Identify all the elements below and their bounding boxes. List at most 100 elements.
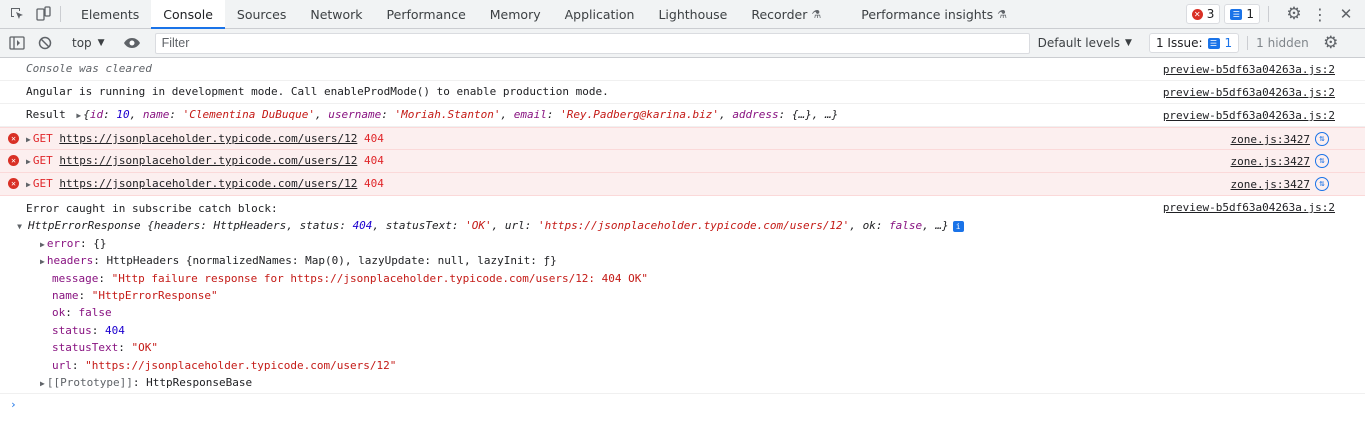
source-link[interactable]: preview-b5df63a04263a.js:2: [1163, 63, 1335, 76]
source-link[interactable]: preview-b5df63a04263a.js:2: [1163, 201, 1335, 214]
status-code: 404: [363, 177, 384, 190]
source-link[interactable]: preview-b5df63a04263a.js:2: [1163, 109, 1335, 122]
tab-performance-insights[interactable]: Performance insights ⚗: [849, 0, 1019, 28]
source-link[interactable]: preview-b5df63a04263a.js:2: [1163, 86, 1335, 99]
status-code: 404: [363, 154, 384, 167]
context-label: top: [72, 36, 92, 50]
property-row[interactable]: ▶ headers: HttpHeaders {normalizedNames: …: [26, 252, 1365, 269]
tab-memory[interactable]: Memory: [478, 0, 553, 28]
http-error-summary[interactable]: ▼ HttpErrorResponse {headers: HttpHeaders…: [0, 217, 1365, 234]
error-message: ✕ ▶ GET https://jsonplaceholder.typicode.…: [0, 150, 1365, 173]
console-message: Angular is running in development mode. …: [0, 81, 1365, 104]
expand-triangle-icon[interactable]: ▶: [26, 180, 31, 189]
source-link[interactable]: zone.js:3427: [1231, 155, 1310, 168]
console-message-result: Result ▶ {id: 10, name: 'Clementina DuBuq…: [0, 104, 1365, 127]
http-method: GET: [32, 177, 53, 190]
levels-label: Default levels: [1037, 36, 1121, 50]
device-toolbar-icon[interactable]: [30, 0, 56, 28]
expand-triangle-icon[interactable]: ▶: [26, 135, 31, 144]
expand-triangle-icon[interactable]: ▶: [26, 157, 31, 166]
tab-label: Sources: [236, 6, 287, 22]
property-row: ok: false: [52, 306, 112, 320]
filter-input[interactable]: [154, 32, 1030, 54]
message-text: Console was cleared: [26, 62, 152, 75]
console-message: Console was cleared preview-b5df63a04263…: [0, 58, 1365, 81]
devtools-tab-bar: Elements Console Sources Network Perform…: [0, 0, 1365, 29]
console-prompt[interactable]: ›: [0, 394, 1365, 420]
network-request-icon[interactable]: ⇅: [1315, 154, 1329, 168]
issues-button[interactable]: 1 Issue: ☰ 1: [1148, 33, 1240, 53]
tab-application[interactable]: Application: [553, 0, 647, 28]
tab-label: Console: [163, 6, 213, 22]
object-preview[interactable]: {id: 10, name: 'Clementina DuBuque', use…: [83, 108, 838, 121]
more-options-icon[interactable]: ⋮: [1307, 5, 1333, 24]
message-count-badge[interactable]: ☰ 1: [1224, 4, 1260, 24]
issue-icon: ☰: [1207, 37, 1220, 49]
tab-label: Elements: [81, 6, 140, 22]
message-text: Result: [26, 108, 66, 121]
tab-label: Network: [310, 6, 363, 22]
tab-label: Performance insights: [861, 6, 994, 22]
dropdown-arrow-icon: ▼: [1125, 38, 1132, 48]
http-method: GET: [32, 132, 53, 145]
tab-recorder[interactable]: Recorder ⚗: [739, 0, 833, 28]
property-row[interactable]: ▶ [[Prototype]]: HttpResponseBase: [26, 374, 1365, 391]
tab-sources[interactable]: Sources: [225, 0, 298, 28]
property-row: status: 404: [52, 323, 125, 337]
error-icon: ✕: [8, 178, 19, 189]
error-count: 3: [1206, 7, 1215, 21]
close-icon[interactable]: ✕: [1333, 5, 1359, 23]
tab-label: Performance: [386, 6, 466, 22]
context-selector[interactable]: top ▼: [64, 36, 113, 50]
network-request-icon[interactable]: ⇅: [1315, 177, 1329, 191]
separator: [60, 6, 61, 22]
expand-triangle-icon[interactable]: ▶: [40, 236, 45, 253]
property-row: statusText: "OK": [52, 341, 158, 355]
expand-triangle-icon[interactable]: ▶: [76, 111, 81, 120]
tab-console[interactable]: Console: [151, 0, 225, 29]
property-row[interactable]: ▶ error: {}: [26, 235, 1365, 252]
hidden-count: 1 hidden: [1247, 36, 1317, 50]
expand-triangle-icon[interactable]: ▶: [40, 375, 45, 392]
source-link[interactable]: zone.js:3427: [1231, 133, 1310, 146]
inspect-element-icon[interactable]: [4, 0, 30, 28]
network-request-icon[interactable]: ⇅: [1315, 132, 1329, 146]
status-code: 404: [363, 132, 384, 145]
request-url-link[interactable]: https://jsonplaceholder.typicode.com/use…: [59, 154, 357, 167]
sidebar-toggle-icon[interactable]: [3, 29, 31, 57]
property-row: name: "HttpErrorResponse": [52, 288, 218, 302]
error-icon: ✕: [8, 133, 19, 144]
tab-elements[interactable]: Elements: [69, 0, 151, 28]
tab-network[interactable]: Network: [298, 0, 374, 28]
collapse-triangle-icon[interactable]: ▼: [0, 218, 26, 235]
prompt-chevron-icon: ›: [10, 398, 17, 412]
tab-label: Memory: [489, 6, 541, 22]
flask-icon: ⚗: [811, 7, 822, 21]
log-levels-dropdown[interactable]: Default levels ▼: [1030, 36, 1140, 50]
clear-console-icon[interactable]: [31, 29, 59, 57]
tab-label: Application: [564, 6, 635, 22]
message-count: 1: [1246, 7, 1254, 21]
console-toolbar: top ▼ Default levels ▼ 1 Issue: ☰ 1 1 hi…: [0, 29, 1365, 58]
message-text: Angular is running in development mode. …: [26, 85, 609, 98]
issues-count: 1: [1224, 36, 1233, 50]
property-row: url: "https://jsonplaceholder.typicode.c…: [52, 358, 397, 372]
http-method: GET: [32, 154, 53, 167]
tab-performance[interactable]: Performance: [375, 0, 478, 28]
error-message: ✕ ▶ GET https://jsonplaceholder.typicode.…: [0, 127, 1365, 150]
error-count-badge[interactable]: ✕ 3: [1185, 4, 1221, 24]
source-link[interactable]: zone.js:3427: [1231, 178, 1310, 191]
console-message-error-object: Error caught in subscribe catch block: p…: [0, 196, 1365, 395]
error-icon: ✕: [8, 155, 19, 166]
request-url-link[interactable]: https://jsonplaceholder.typicode.com/use…: [59, 177, 357, 190]
dropdown-arrow-icon: ▼: [97, 38, 105, 48]
settings-gear-icon[interactable]: ⚙: [1281, 4, 1307, 24]
expand-triangle-icon[interactable]: ▶: [40, 253, 45, 270]
console-settings-gear-icon[interactable]: ⚙: [1317, 29, 1345, 57]
request-url-link[interactable]: https://jsonplaceholder.typicode.com/use…: [59, 132, 357, 145]
error-message: ✕ ▶ GET https://jsonplaceholder.typicode.…: [0, 173, 1365, 196]
tab-lighthouse[interactable]: Lighthouse: [646, 0, 739, 28]
live-expression-eye-icon[interactable]: [118, 29, 146, 57]
info-icon[interactable]: i: [952, 220, 964, 232]
issues-label: 1 Issue:: [1155, 36, 1203, 50]
